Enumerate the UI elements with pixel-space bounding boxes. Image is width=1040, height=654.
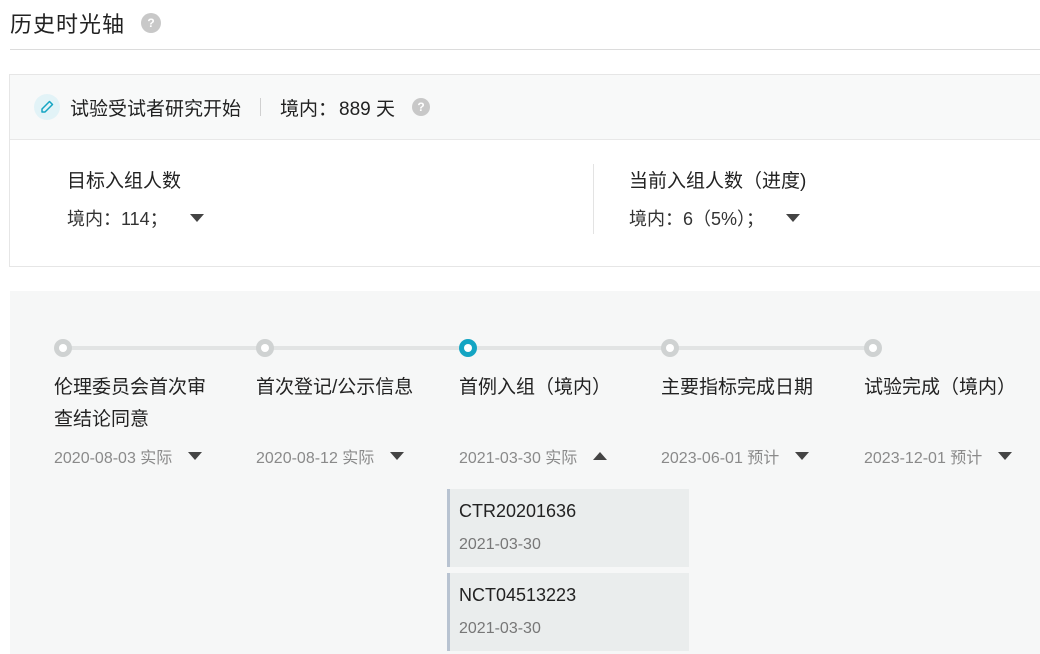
- page-title: 历史时光轴: [10, 12, 126, 37]
- current-enrollment: 当前入组人数（进度) 境内：6（5%）；: [629, 166, 806, 231]
- caret-down-icon[interactable]: [998, 452, 1013, 460]
- list-item: NCT04513223 2021-03-30: [447, 573, 689, 651]
- help-icon[interactable]: ?: [412, 98, 431, 116]
- milestone-dot: [256, 339, 274, 357]
- registration-id: CTR20201636: [459, 501, 577, 521]
- current-enrollment-row: 境内：6（5%）；: [629, 205, 806, 231]
- study-title: 试验受试者研究开始: [70, 98, 242, 120]
- column-divider: [593, 164, 594, 234]
- header-separator: [260, 98, 262, 116]
- milestone-date-toggle[interactable]: 2023-12-01 预计: [864, 444, 1013, 468]
- page-header: 历史时光轴 ?: [10, 8, 162, 38]
- study-summary-card: 试验受试者研究开始 境内： 889 天 ? 目标入组人数 境内：114； 当前入…: [9, 74, 1040, 267]
- target-enrollment-title: 目标入组人数: [67, 171, 182, 192]
- registration-date: 2021-03-30: [459, 620, 541, 637]
- milestone-date: 2021-03-30 实际: [459, 450, 578, 467]
- current-enrollment-value: 境内：6（5%）；: [629, 209, 765, 229]
- enrollment-section: 目标入组人数 境内：114； 当前入组人数（进度) 境内：6（5%）；: [10, 140, 1040, 267]
- target-enrollment: 目标入组人数 境内：114；: [67, 166, 204, 231]
- milestone-date-toggle[interactable]: 2021-03-30 实际: [459, 444, 608, 468]
- caret-up-icon[interactable]: [593, 452, 608, 460]
- help-icon[interactable]: ?: [141, 13, 162, 33]
- target-enrollment-value: 境内：114；: [67, 209, 168, 229]
- domestic-duration-label: 境内：: [280, 98, 338, 120]
- milestone-date-toggle[interactable]: 2020-08-12 实际: [256, 444, 405, 468]
- milestone-date-toggle[interactable]: 2023-06-01 预计: [661, 444, 810, 468]
- header-divider: [10, 49, 1040, 50]
- registration-list: CTR20201636 2021-03-30 NCT04513223 2021-…: [447, 489, 689, 654]
- caret-down-icon[interactable]: [390, 452, 405, 460]
- milestone-date: 2023-12-01 预计: [864, 450, 983, 467]
- pen-icon: [34, 94, 60, 120]
- milestone-date: 2020-08-12 实际: [256, 450, 375, 467]
- milestone-date: 2020-08-03 实际: [54, 450, 173, 467]
- domestic-duration-value: 889 天: [339, 98, 396, 120]
- registration-id: NCT04513223: [459, 585, 577, 605]
- milestone-dot: [661, 339, 679, 357]
- caret-down-icon[interactable]: [795, 452, 810, 460]
- milestone-label: 首次登记/公示信息: [256, 377, 414, 398]
- caret-down-icon[interactable]: [786, 214, 801, 222]
- milestone-dot: [54, 339, 72, 357]
- current-enrollment-title: 当前入组人数（进度): [629, 171, 807, 192]
- milestone-dot-active: [459, 339, 477, 357]
- milestone-date: 2023-06-01 预计: [661, 450, 780, 467]
- list-item: CTR20201636 2021-03-30: [447, 489, 689, 567]
- registration-date: 2021-03-30: [459, 536, 541, 553]
- caret-down-icon[interactable]: [189, 214, 204, 222]
- milestone-label: 试验完成（境内）: [864, 377, 1017, 398]
- history-timeline: 伦理委员会首次审查结论同意 2020-08-03 实际 首次登记/公示信息 20…: [10, 291, 1040, 654]
- target-enrollment-row: 境内：114；: [67, 205, 204, 231]
- study-summary-header: 试验受试者研究开始 境内： 889 天 ?: [10, 75, 1040, 140]
- caret-down-icon[interactable]: [188, 452, 203, 460]
- milestone-date-toggle[interactable]: 2020-08-03 实际: [54, 444, 203, 468]
- milestone-label: 主要指标完成日期: [661, 377, 814, 398]
- milestone-dot: [864, 339, 882, 357]
- milestone-label: 伦理委员会首次审查结论同意: [54, 377, 207, 430]
- milestone-label: 首例入组（境内）: [459, 377, 612, 398]
